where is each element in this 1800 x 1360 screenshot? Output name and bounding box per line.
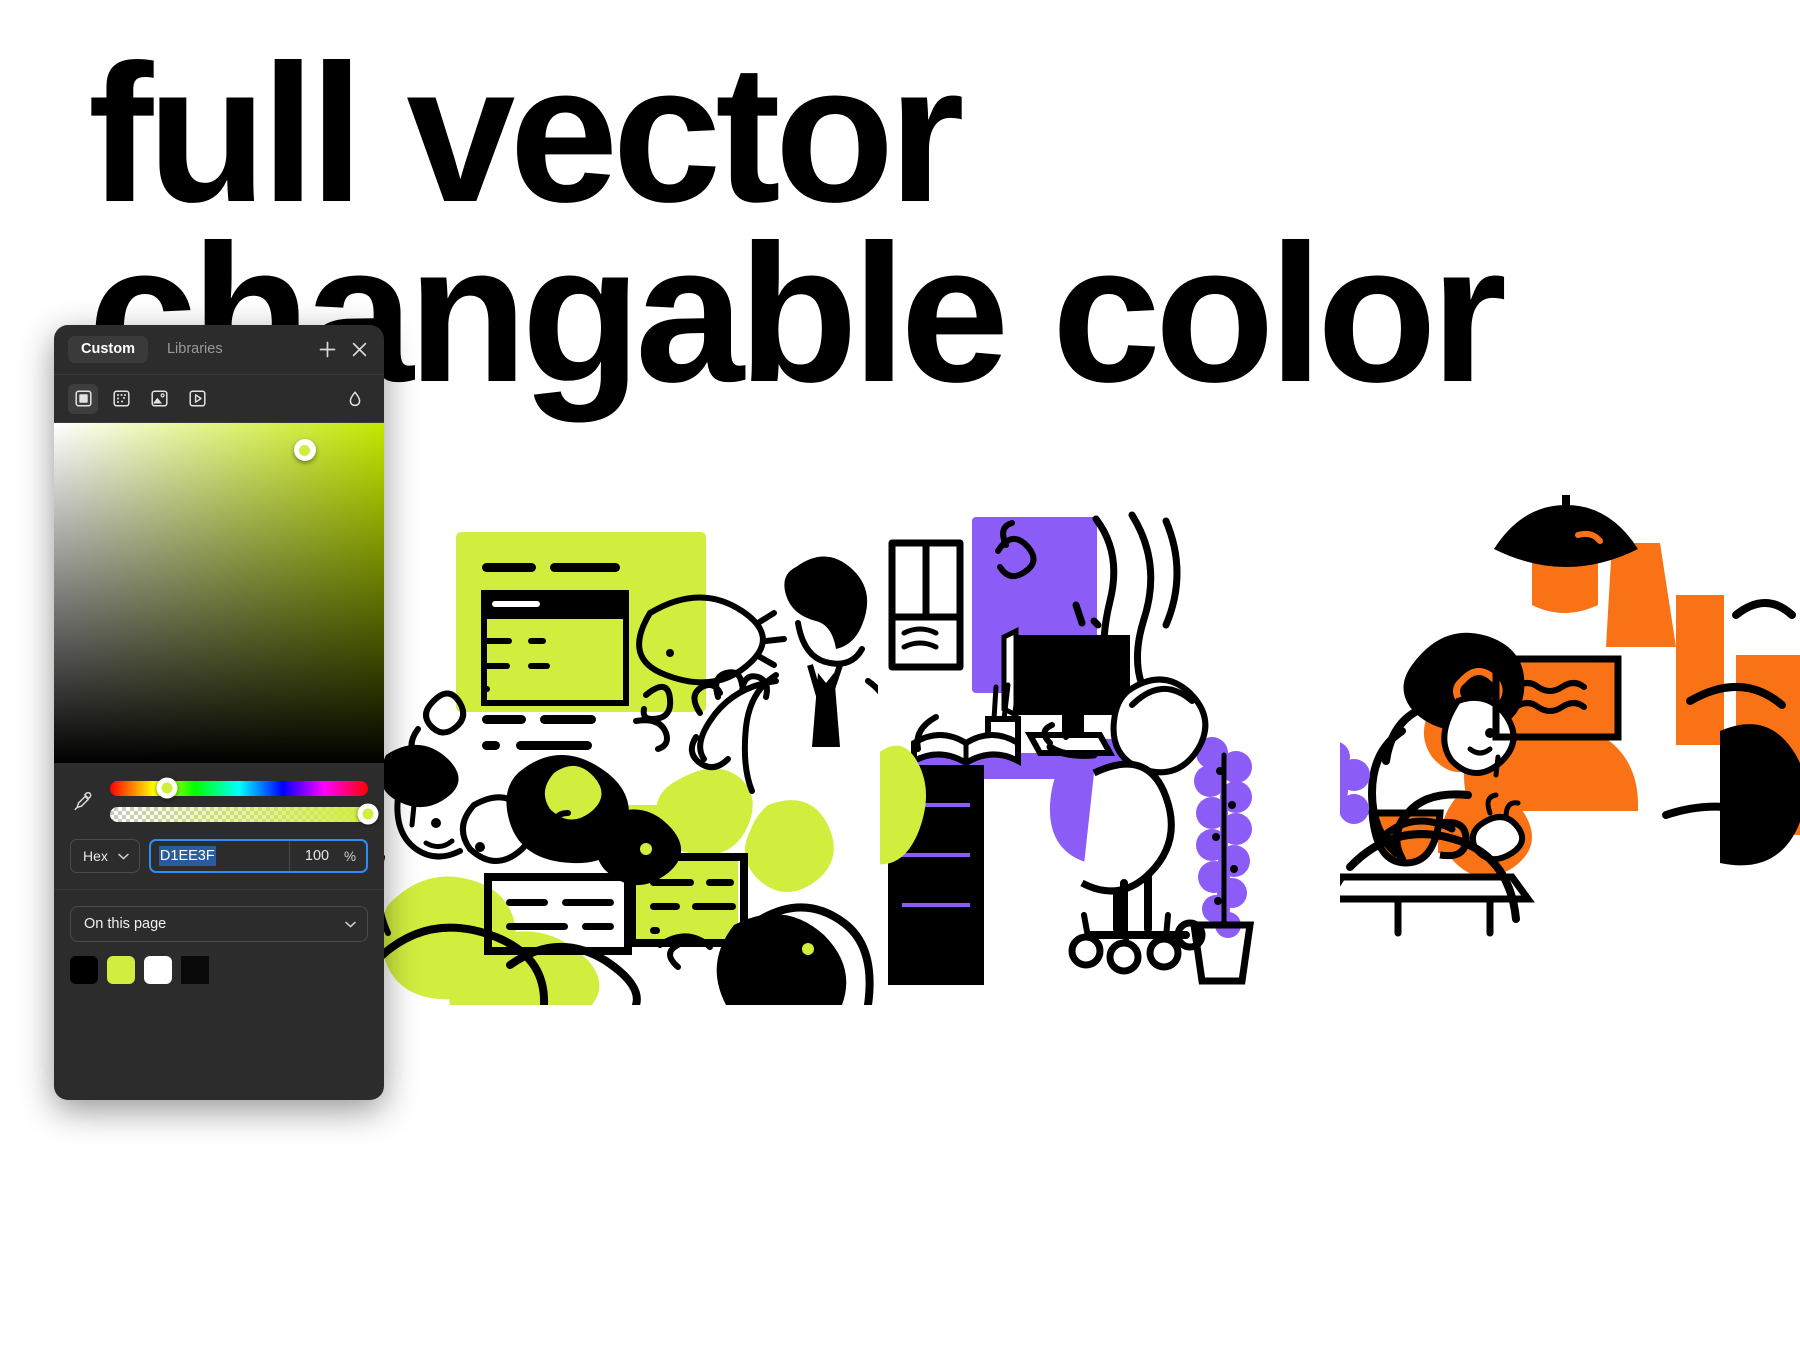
blend-mode-button[interactable]: [340, 384, 370, 414]
page-swatch-list: [54, 942, 384, 984]
hex-input[interactable]: D1EE3F: [151, 845, 289, 866]
image-icon: [150, 390, 168, 407]
opacity-unit-label: %: [344, 848, 357, 864]
hue-handle[interactable]: [156, 777, 178, 799]
solid-fill-button[interactable]: [68, 383, 98, 414]
page-swatch-2[interactable]: [144, 956, 172, 984]
tab-libraries[interactable]: Libraries: [154, 336, 236, 363]
color-picker-panel[interactable]: Custom Libraries Hex D1EE3F 100 % On thi…: [54, 325, 384, 1100]
hex-input-group[interactable]: D1EE3F 100 %: [148, 839, 368, 873]
video-icon: [188, 390, 206, 407]
desk-workstation-illustration: [880, 505, 1295, 985]
saturation-value-field[interactable]: [54, 423, 384, 763]
sv-handle[interactable]: [293, 439, 316, 462]
artboard: full vector changable color Custom Libra…: [0, 0, 1800, 1360]
hue-handle-swatch: [161, 782, 173, 794]
color-value-row: Hex D1EE3F 100 %: [54, 829, 384, 890]
image-fill-button[interactable]: [144, 384, 174, 414]
dither-grid-icon: [112, 390, 130, 407]
hue-slider[interactable]: [110, 777, 368, 799]
droplet-icon: [349, 390, 361, 406]
close-icon: [352, 342, 366, 357]
chevron-down-icon: [118, 853, 129, 860]
page-swatch-1[interactable]: [107, 956, 135, 984]
color-mode-label: Hex: [83, 848, 108, 864]
meeting-presentation-illustration: [378, 505, 878, 1005]
cafe-reading-illustration: [1340, 495, 1800, 945]
chevron-down-icon: [345, 921, 356, 928]
solid-fill-icon: [74, 390, 92, 407]
page-scope-select[interactable]: On this page: [70, 906, 368, 942]
page-swatch-3[interactable]: [181, 956, 209, 984]
add-style-button[interactable]: [314, 337, 340, 363]
gradient-fill-button[interactable]: [106, 384, 136, 414]
fill-type-toolbar: [54, 375, 384, 423]
opacity-handle-swatch: [362, 808, 374, 820]
sv-handle-swatch: [299, 444, 311, 456]
slider-section: [54, 763, 384, 829]
page-colors-section: On this page: [54, 890, 384, 942]
picker-header: Custom Libraries: [54, 325, 384, 375]
page-swatch-0[interactable]: [70, 956, 98, 984]
video-fill-button[interactable]: [182, 384, 212, 414]
opacity-slider[interactable]: [110, 803, 379, 825]
plus-icon: [319, 341, 335, 358]
opacity-input[interactable]: 100: [290, 848, 344, 864]
tab-custom[interactable]: Custom: [68, 336, 148, 363]
hex-input-value: D1EE3F: [158, 845, 216, 866]
slider-column: [110, 777, 379, 825]
color-mode-select[interactable]: Hex: [70, 839, 140, 873]
eyedropper-button[interactable]: [68, 779, 98, 823]
page-scope-label: On this page: [84, 916, 167, 932]
eyedropper-icon: [74, 791, 92, 811]
opacity-handle[interactable]: [357, 803, 379, 825]
close-panel-button[interactable]: [346, 337, 372, 363]
